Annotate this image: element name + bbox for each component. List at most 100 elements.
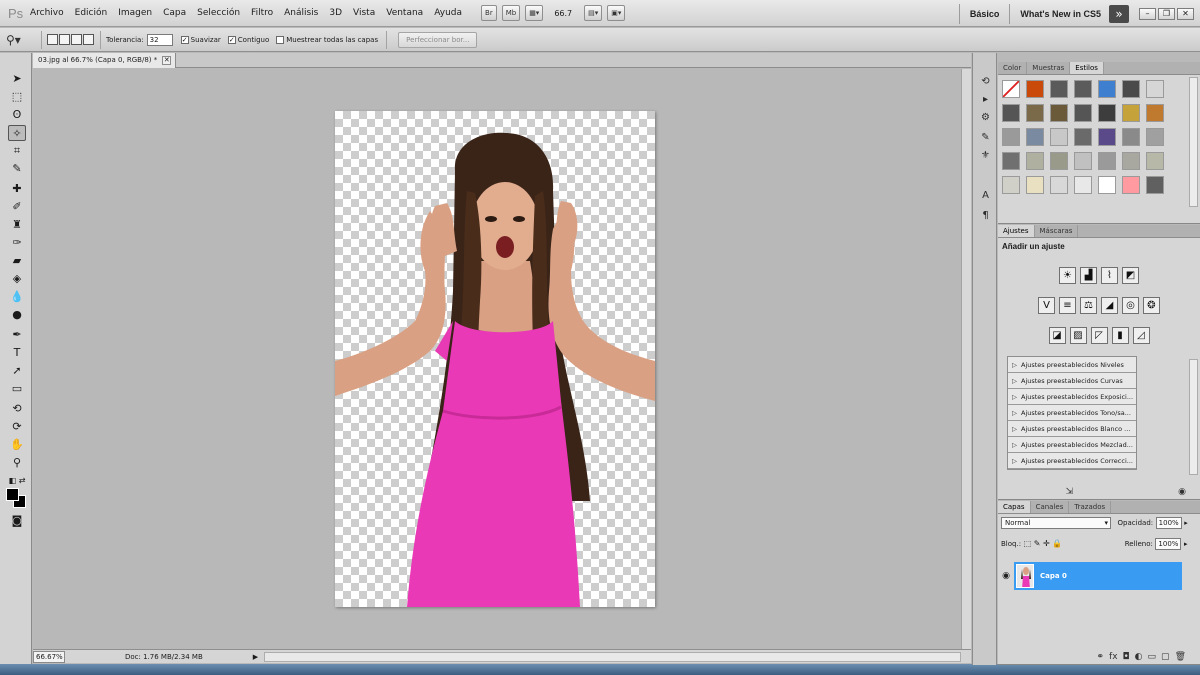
style-swatch[interactable] [1074,176,1092,194]
style-swatch[interactable] [1026,128,1044,146]
style-swatch[interactable] [1002,104,1020,122]
style-swatch[interactable] [1122,152,1140,170]
crop-tool-icon[interactable]: ⌗ [8,143,26,159]
menu-analisis[interactable]: Análisis [284,8,318,18]
move-tool-icon[interactable]: ➤ [8,71,26,87]
workspace-basic[interactable]: Básico [970,9,1000,19]
selected-layer[interactable]: Capa 0 [1014,562,1182,590]
more-workspaces-icon[interactable]: » [1109,4,1129,23]
preset-item[interactable]: ▷ Ajustes preestablecidos Tono/sa... [1008,405,1136,421]
menu-archivo[interactable]: Archivo [30,8,64,18]
style-swatch[interactable] [1146,152,1164,170]
tab-adjustments[interactable]: Ajustes [998,225,1035,237]
menu-edicion[interactable]: Edición [75,8,108,18]
tab-color[interactable]: Color [998,62,1028,74]
style-swatch[interactable] [1146,128,1164,146]
expand-triangle-icon[interactable]: ▷ [1012,405,1021,420]
restore-icon[interactable]: ❐ [1158,7,1175,20]
type-tool-icon[interactable]: T [8,345,26,361]
expand-triangle-icon[interactable]: ▷ [1012,453,1021,468]
preset-item[interactable]: ▷ Ajustes preestablecidos Curvas [1008,373,1136,389]
style-swatch[interactable] [1098,176,1116,194]
expand-triangle-icon[interactable]: ▷ [1012,389,1021,404]
invert-icon[interactable]: ◪ [1048,327,1066,344]
style-swatch[interactable] [1098,104,1116,122]
clone-source-panel-icon[interactable]: ⚜ [978,149,993,163]
style-swatch[interactable] [1098,152,1116,170]
antialias-checkbox[interactable]: ✓ [180,35,189,44]
styles-scrollbar[interactable] [1189,77,1198,207]
style-swatch[interactable] [1146,176,1164,194]
expand-triangle-icon[interactable]: ▷ [1012,421,1021,436]
brushes-panel-icon[interactable]: ✎ [978,131,993,145]
style-swatch[interactable] [1002,176,1020,194]
channel-mixer-icon[interactable]: ❂ [1143,297,1160,314]
shape-tool-icon[interactable]: ▭ [8,381,26,397]
healing-brush-tool-icon[interactable]: ✚ [8,181,26,197]
tab-channels[interactable]: Canales [1031,501,1070,513]
subtract-selection-icon[interactable] [71,34,82,45]
tool-presets-panel-icon[interactable]: ⚙ [978,111,993,125]
arrange-documents-button[interactable]: ▤▾ [584,5,603,21]
style-swatch[interactable] [1050,80,1068,98]
posterize-icon[interactable]: ▨ [1069,327,1087,344]
hue-saturation-icon[interactable]: ≡ [1059,297,1076,314]
document-workspace[interactable] [33,69,961,649]
style-swatch[interactable] [1098,80,1116,98]
minimize-icon[interactable]: – [1139,7,1156,20]
clip-to-layer-icon[interactable]: ◉ [1178,487,1186,497]
lock-pixels-icon[interactable]: ✎ [1034,539,1041,548]
curves-icon[interactable]: ⌇ [1101,267,1118,284]
style-swatch[interactable] [1074,80,1092,98]
lock-all-icon[interactable]: 🔒 [1052,539,1062,548]
delete-layer-icon[interactable]: 🗑 [1175,652,1186,662]
history-brush-tool-icon[interactable]: ✑ [8,235,26,251]
actions-panel-icon[interactable]: ▸ [978,93,993,107]
zoom-tool-icon[interactable]: ⚲ [8,455,26,471]
sample-all-layers-checkbox[interactable] [276,35,285,44]
image-canvas[interactable] [335,111,655,607]
canvas-horizontal-scrollbar[interactable] [264,651,961,662]
style-swatch[interactable] [1026,152,1044,170]
layer-row[interactable]: ◉ Capa 0 [998,562,1200,590]
style-swatch[interactable] [1122,80,1140,98]
hand-tool-icon[interactable]: ✋ [8,437,26,453]
presets-scrollbar[interactable] [1189,359,1198,475]
tab-paths[interactable]: Trazados [1069,501,1112,513]
tab-layers[interactable]: Capas [998,501,1031,513]
foreground-color-swatch[interactable] [6,488,19,501]
pen-tool-icon[interactable]: ✒ [8,327,26,343]
intersect-selection-icon[interactable] [83,34,94,45]
style-swatch[interactable] [1098,128,1116,146]
path-selection-tool-icon[interactable]: ➚ [8,363,26,379]
tab-masks[interactable]: Máscaras [1035,225,1079,237]
history-panel-icon[interactable]: ⟲ [978,75,993,89]
close-icon[interactable]: ✕ [1177,7,1194,20]
style-swatch[interactable] [1002,128,1020,146]
document-tab[interactable]: 03.jpg al 66.7% (Capa 0, RGB/8) * ✕ [33,53,177,68]
expand-triangle-icon[interactable]: ▷ [1012,373,1021,388]
style-swatch[interactable] [1122,176,1140,194]
menu-3d[interactable]: 3D [329,8,342,18]
eyedropper-tool-icon[interactable]: ✎ [8,161,26,177]
bridge-button[interactable]: Br [481,5,497,21]
lock-position-icon[interactable]: ✛ [1043,539,1050,548]
style-swatch[interactable] [1146,80,1164,98]
style-swatch[interactable] [1002,152,1020,170]
paint-bucket-tool-icon[interactable]: ◈ [8,271,26,287]
levels-icon[interactable]: ▟ [1080,267,1097,284]
gradient-map-icon[interactable]: ▮ [1111,327,1129,344]
style-swatch[interactable] [1026,80,1044,98]
blend-mode-select[interactable]: Normal ▾ [1001,517,1111,529]
opacity-input[interactable]: 100% [1155,517,1182,529]
color-balance-icon[interactable]: ⚖ [1080,297,1097,314]
zoom-level[interactable]: 66.7 [554,9,572,18]
new-selection-icon[interactable] [47,34,58,45]
visibility-eye-icon[interactable]: ◉ [998,571,1014,581]
mini-bridge-button[interactable]: Mb [501,5,521,21]
quick-mask-icon[interactable]: ◙ [8,513,26,529]
tab-swatches[interactable]: Muestras [1027,62,1071,74]
style-swatch[interactable] [1122,128,1140,146]
preset-item[interactable]: ▷ Ajustes preestablecidos Exposici... [1008,389,1136,405]
style-swatch[interactable] [1050,176,1068,194]
